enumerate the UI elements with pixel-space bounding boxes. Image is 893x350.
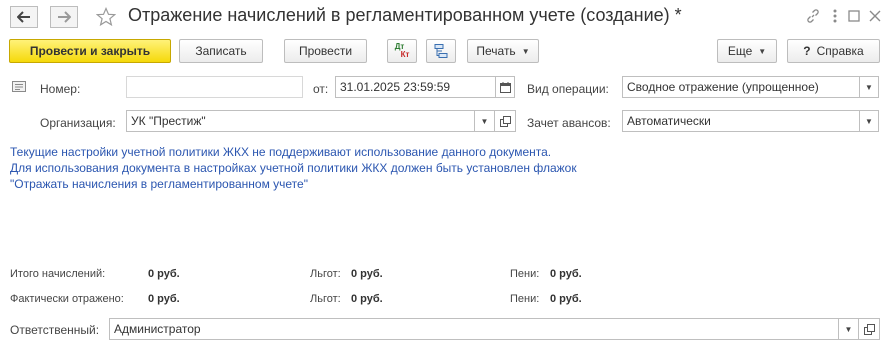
chevron-down-icon: ▼ <box>521 46 530 56</box>
penalty-label: Пени: <box>510 268 540 280</box>
more-actions-button[interactable] <box>826 7 844 25</box>
operation-type-dropdown-button[interactable]: ▼ <box>859 76 879 98</box>
advance-offset-dropdown-button[interactable]: ▼ <box>859 110 879 132</box>
dt-kt-button[interactable]: Дт Кт <box>387 39 417 63</box>
forward-button[interactable] <box>50 6 78 28</box>
reflected-benefits-value: 0 руб. <box>351 293 383 305</box>
date-label: от: <box>313 82 329 96</box>
total-accrued-label: Итого начислений: <box>10 268 106 280</box>
benefits-value: 0 руб. <box>351 268 383 280</box>
print-button[interactable]: Печать ▼ <box>467 39 539 63</box>
close-button[interactable] <box>866 7 884 25</box>
chevron-down-icon: ▼ <box>865 116 873 126</box>
more-button[interactable]: Еще ▼ <box>717 39 777 63</box>
arrow-left-icon <box>17 11 30 23</box>
actually-reflected-value: 0 руб. <box>148 293 180 305</box>
maximize-icon <box>848 10 860 22</box>
maximize-button[interactable] <box>845 7 863 25</box>
calendar-icon <box>499 81 511 93</box>
back-button[interactable] <box>10 6 38 28</box>
open-window-icon <box>863 323 875 335</box>
operation-type-select[interactable]: Сводное отражение (упрощенное) <box>622 76 860 98</box>
post-and-close-button[interactable]: Провести и закрыть <box>9 39 171 63</box>
reflected-penalty-value: 0 руб. <box>550 293 582 305</box>
favorite-button[interactable] <box>95 6 117 28</box>
link-icon <box>807 9 819 23</box>
dt-kt-icon: Дт Кт <box>394 42 410 59</box>
chevron-down-icon: ▼ <box>758 46 767 56</box>
organization-label: Организация: <box>40 116 116 130</box>
help-icon: ? <box>803 44 811 58</box>
structure-button[interactable] <box>426 39 456 63</box>
penalty-value: 0 руб. <box>550 268 582 280</box>
page-title: Отражение начислений в регламентированно… <box>128 5 682 25</box>
save-button[interactable]: Записать <box>179 39 263 63</box>
star-icon <box>96 7 116 27</box>
chevron-down-icon: ▼ <box>844 324 853 334</box>
post-button[interactable]: Провести <box>284 39 367 63</box>
comment-icon <box>12 81 26 92</box>
responsible-label: Ответственный: <box>10 323 100 337</box>
organization-open-button[interactable] <box>494 110 516 132</box>
document-structure-icon <box>434 44 448 58</box>
info-message-line-3: "Отражать начисления в регламентированно… <box>10 177 308 191</box>
date-field[interactable]: 31.01.2025 23:59:59 <box>335 76 496 98</box>
help-button[interactable]: ? Справка <box>787 39 880 63</box>
comment-button[interactable] <box>12 81 26 96</box>
open-window-icon <box>499 115 511 127</box>
arrow-right-icon <box>58 11 71 23</box>
close-icon <box>869 10 881 22</box>
operation-type-label: Вид операции: <box>527 82 609 96</box>
benefits-label: Льгот: <box>310 268 341 280</box>
link-button[interactable] <box>804 7 822 25</box>
chevron-down-icon: ▼ <box>865 82 873 92</box>
responsible-dropdown-button[interactable]: ▼ <box>838 318 858 340</box>
responsible-field[interactable]: Администратор <box>109 318 839 340</box>
info-message-line-2: Для использования документа в настройках… <box>10 161 577 175</box>
organization-field[interactable]: УК "Престиж" <box>126 110 474 132</box>
actually-reflected-label: Фактически отражено: <box>10 293 124 305</box>
organization-dropdown-button[interactable]: ▼ <box>474 110 494 132</box>
number-label: Номер: <box>40 82 81 96</box>
chevron-down-icon: ▼ <box>480 116 489 126</box>
total-accrued-value: 0 руб. <box>148 268 180 280</box>
info-message-line-1: Текущие настройки учетной политики ЖКХ н… <box>10 145 552 159</box>
calendar-button[interactable] <box>495 76 515 98</box>
advance-offset-label: Зачет авансов: <box>527 116 611 130</box>
more-vertical-icon <box>833 9 837 23</box>
reflected-benefits-label: Льгот: <box>310 293 341 305</box>
responsible-open-button[interactable] <box>858 318 880 340</box>
reflected-penalty-label: Пени: <box>510 293 540 305</box>
number-field[interactable] <box>126 76 303 98</box>
advance-offset-select[interactable]: Автоматически <box>622 110 860 132</box>
